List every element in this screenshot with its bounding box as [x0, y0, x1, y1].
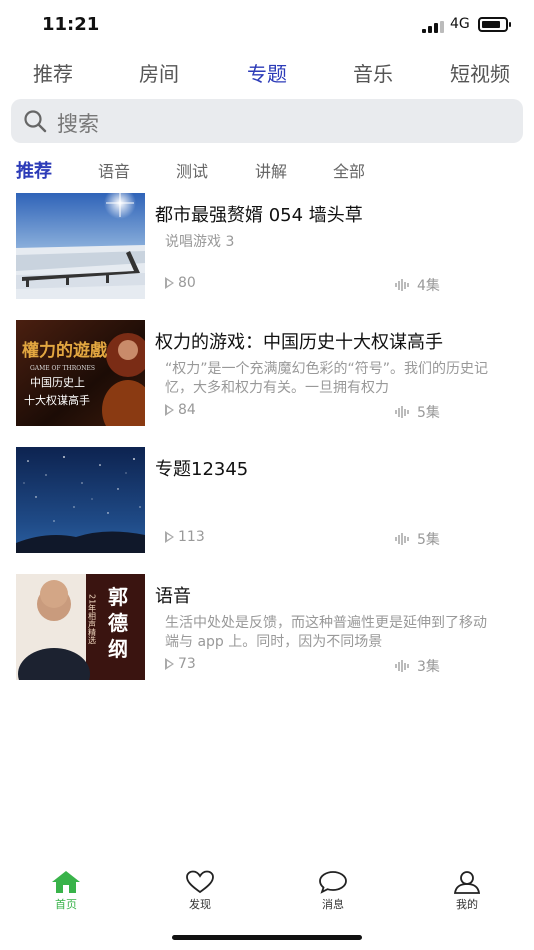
thumb-text-line2: GAME OF THRONES	[30, 365, 95, 372]
item-title: 都市最强赘婿 054 墙头草	[155, 205, 363, 226]
audio-wave-icon	[395, 533, 409, 545]
item-title: 权力的游戏：中国历史十大权谋高手	[155, 332, 443, 353]
nav-profile[interactable]: 我的	[427, 860, 507, 912]
nav-label: 我的	[456, 898, 478, 911]
subtab-voice[interactable]: 语音	[98, 158, 130, 182]
play-count-value: 84	[178, 402, 196, 418]
sub-tabs: 推荐 语音 测试 讲解 全部	[0, 158, 534, 186]
episode-count: 4集	[395, 275, 440, 295]
home-icon	[52, 871, 80, 893]
nav-messages[interactable]: 消息	[293, 860, 373, 912]
user-icon	[453, 871, 481, 894]
nav-label: 发现	[189, 898, 211, 911]
heart-icon	[186, 870, 214, 894]
thumb-text-line1: 權力的遊戲	[22, 340, 108, 361]
episode-count-value: 5集	[417, 532, 440, 548]
network-label: 4G	[450, 16, 470, 32]
thumbnail-starry-sky	[16, 447, 145, 553]
subtab-test[interactable]: 测试	[176, 158, 208, 182]
thumb-side-text: 21年相声精选	[88, 594, 97, 645]
chat-bubble-icon	[319, 871, 347, 894]
play-icon	[165, 277, 174, 289]
search-placeholder: 搜索	[57, 112, 99, 136]
search-icon	[24, 110, 47, 133]
play-count-value: 113	[178, 529, 205, 545]
thumb-big-text-3: 纲	[108, 637, 128, 661]
play-count-value: 80	[178, 275, 196, 291]
play-count: 113	[165, 529, 205, 545]
signal-icon	[422, 21, 444, 33]
subtab-explain[interactable]: 讲解	[255, 158, 287, 182]
list-item[interactable]: 郭 德 纲 21年相声精选 语音 生活中处处是反馈，而这种普遍性更是延伸到了移动…	[0, 574, 534, 682]
nav-label: 首页	[55, 898, 77, 911]
nav-label: 消息	[322, 898, 344, 911]
tab-short-video[interactable]: 短视频	[435, 58, 525, 87]
subtab-all[interactable]: 全部	[333, 158, 365, 182]
top-tabs: 推荐 房间 专题 音乐 短视频	[0, 58, 534, 92]
subtab-recommend[interactable]: 推荐	[16, 157, 52, 183]
play-icon	[165, 531, 174, 543]
audio-wave-icon	[395, 279, 409, 291]
tab-music[interactable]: 音乐	[328, 58, 418, 87]
thumb-text-line4: 十大权谋高手	[24, 393, 90, 407]
thumb-big-text-1: 郭	[108, 585, 128, 609]
list-item[interactable]: 權力的遊戲 GAME OF THRONES 中国历史上 十大权谋高手 权力的游戏…	[0, 320, 534, 428]
item-title: 专题12345	[155, 459, 249, 480]
thumbnail-snowy-lake	[16, 193, 145, 299]
tab-topics[interactable]: 专题	[222, 58, 312, 87]
tab-rooms[interactable]: 房间	[114, 58, 204, 87]
thumbnail-guo-degang: 郭 德 纲 21年相声精选	[16, 574, 145, 680]
play-count: 84	[165, 402, 196, 418]
status-time: 11:21	[42, 14, 100, 35]
list-item[interactable]: 都市最强赘婿 054 墙头草 说唱游戏 3 80 4集	[0, 193, 534, 301]
bottom-nav: 首页 发现 消息 我的	[0, 860, 534, 920]
item-title: 语音	[155, 586, 191, 607]
audio-wave-icon	[395, 406, 409, 418]
episode-count: 3集	[395, 656, 440, 676]
list-item[interactable]: 专题12345 113 5集	[0, 447, 534, 555]
search-input[interactable]: 搜索	[11, 99, 523, 143]
episode-count-value: 3集	[417, 659, 440, 675]
battery-icon	[478, 17, 511, 32]
episode-count: 5集	[395, 402, 440, 422]
item-desc: “权力”是一个充满魔幻色彩的“符号”。我们的历史记忆，大多和权力有关。一旦拥有权…	[165, 361, 489, 396]
item-desc: 生活中处处是反馈，而这种普遍性更是延伸到了移动端与 app 上。同时，因为不同场…	[165, 615, 487, 650]
thumbnail-game-of-thrones: 權力的遊戲 GAME OF THRONES 中国历史上 十大权谋高手	[16, 320, 145, 426]
thumb-text-line3: 中国历史上	[30, 376, 85, 389]
play-icon	[165, 658, 174, 670]
play-icon	[165, 404, 174, 416]
tab-recommend[interactable]: 推荐	[8, 58, 98, 87]
play-count-value: 73	[178, 656, 196, 672]
play-count: 80	[165, 275, 196, 291]
status-bar: 11:21 4G	[0, 0, 534, 48]
nav-home[interactable]: 首页	[26, 860, 106, 912]
thumb-big-text-2: 德	[108, 611, 128, 635]
audio-wave-icon	[395, 660, 409, 672]
episode-count-value: 5集	[417, 405, 440, 421]
episode-count: 5集	[395, 529, 440, 549]
item-desc: 说唱游戏 3	[165, 234, 235, 250]
nav-discover[interactable]: 发现	[160, 860, 240, 912]
play-count: 73	[165, 656, 196, 672]
episode-count-value: 4集	[417, 278, 440, 294]
home-indicator[interactable]	[172, 935, 362, 940]
